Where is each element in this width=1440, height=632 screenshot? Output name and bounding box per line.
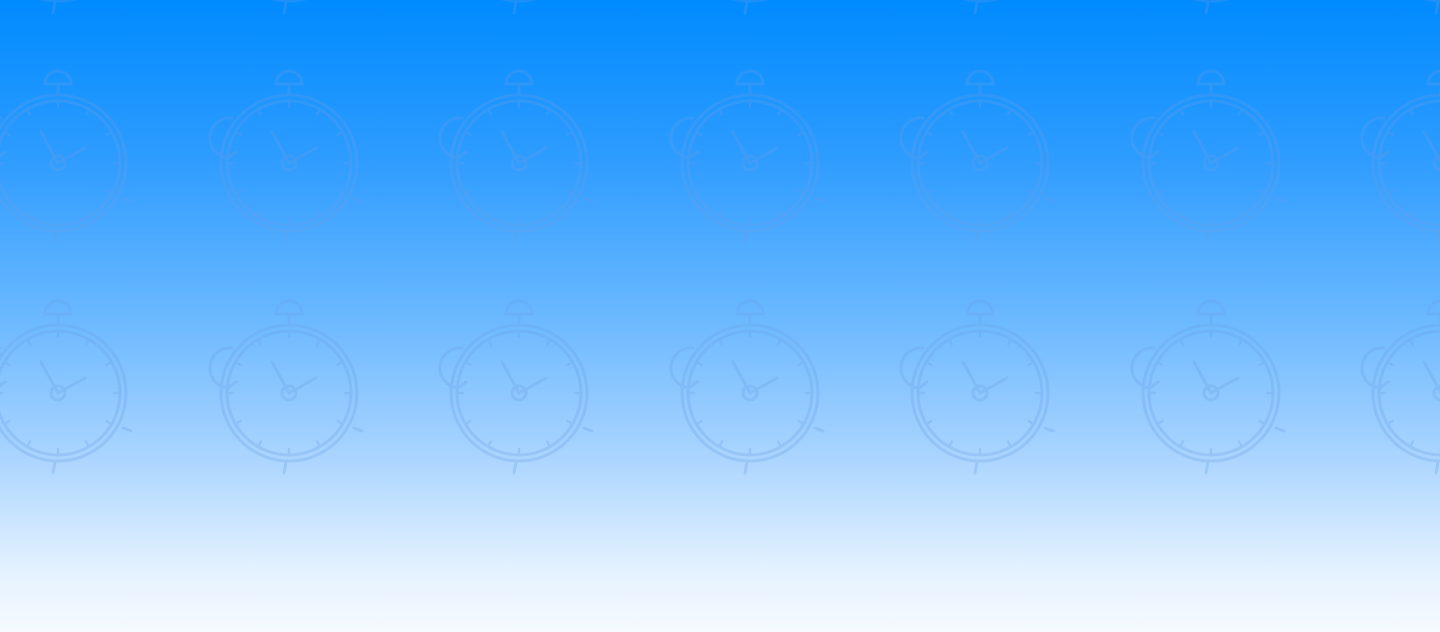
alarm-clock-icon [204, 290, 374, 480]
alarm-clock-icon [1126, 290, 1296, 480]
alarm-clock-icon [665, 60, 835, 250]
alarm-clock-icon [895, 60, 1065, 250]
alarm-clock-icon [665, 290, 835, 480]
alarm-clock-pattern [0, 0, 1440, 632]
alarm-clock-icon [204, 0, 374, 20]
alarm-clock-icon [434, 290, 604, 480]
alarm-clock-icon [895, 290, 1065, 480]
alarm-clock-icon [1356, 0, 1440, 20]
alarm-clock-icon [434, 60, 604, 250]
alarm-clock-icon [1356, 60, 1440, 250]
alarm-clock-icon [895, 0, 1065, 20]
alarm-clock-icon [204, 60, 374, 250]
alarm-clock-icon [0, 0, 143, 20]
alarm-clock-icon [0, 290, 143, 480]
alarm-clock-icon [434, 0, 604, 20]
alarm-clock-icon [1126, 0, 1296, 20]
alarm-clock-icon [0, 60, 143, 250]
alarm-clock-icon [1356, 290, 1440, 480]
alarm-clock-icon [1126, 60, 1296, 250]
hero-background [0, 0, 1440, 632]
alarm-clock-icon [665, 0, 835, 20]
